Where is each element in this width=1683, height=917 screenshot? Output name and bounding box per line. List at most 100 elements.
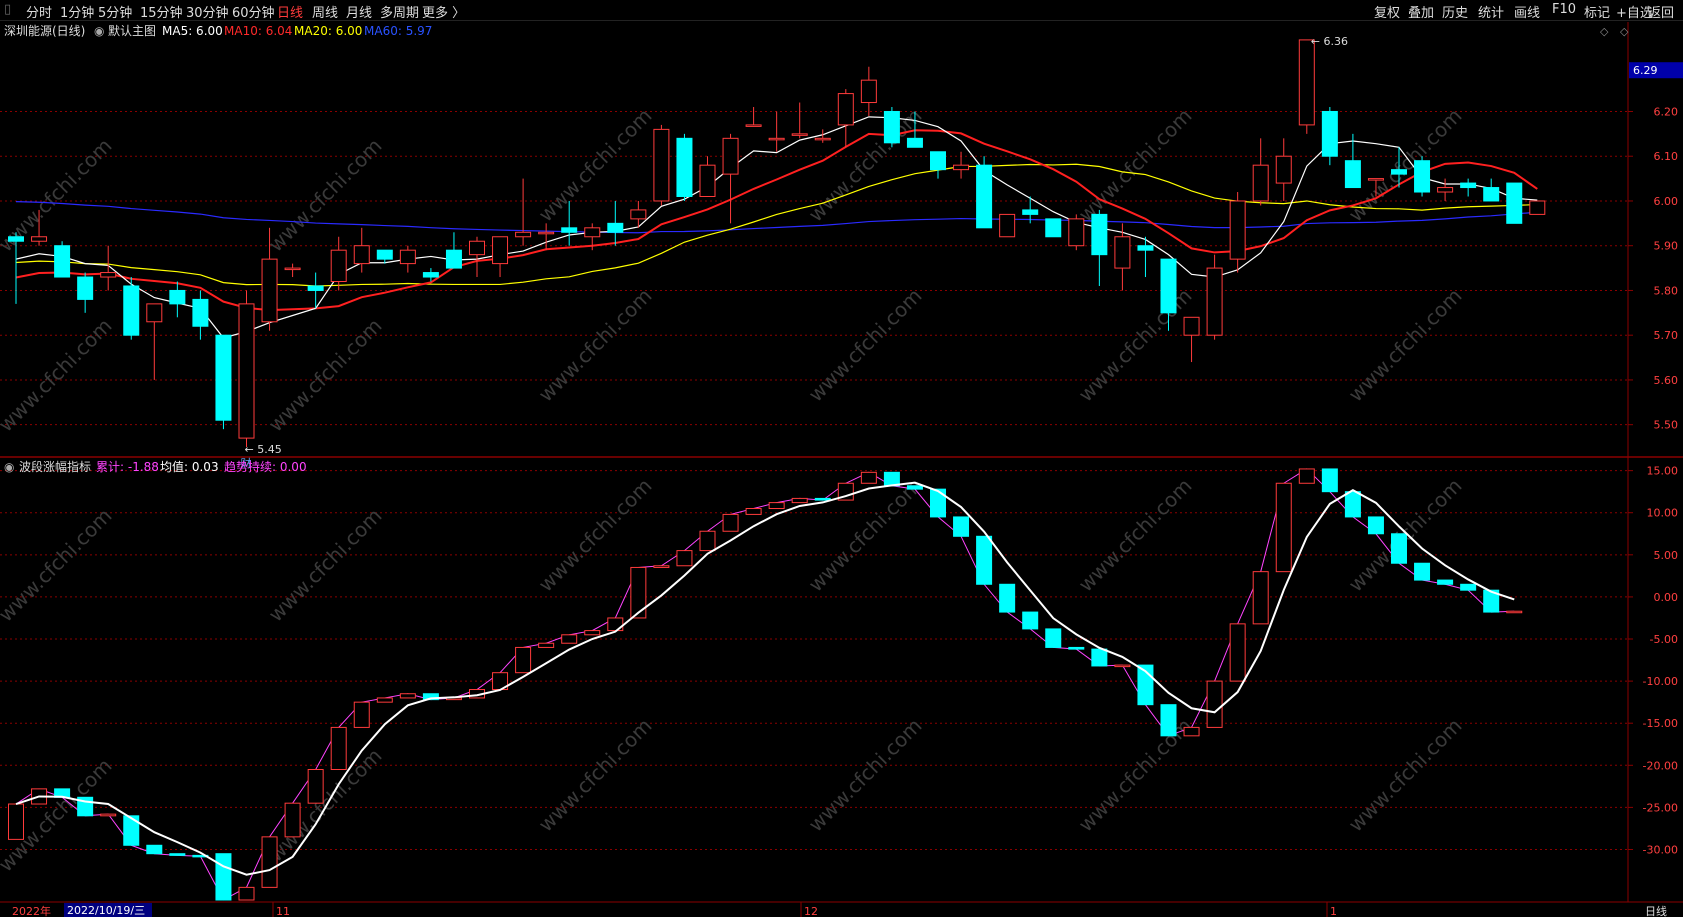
price-candle-down — [607, 222, 624, 233]
sub-layer — [8, 468, 1523, 901]
x-axis-label-1: 12 — [804, 905, 818, 917]
wave-candle-up — [515, 646, 532, 674]
price-candle-up — [284, 267, 301, 271]
wave-candle-down — [976, 535, 993, 585]
chart-template-name: 默认主图 — [108, 23, 156, 38]
watermark-text: www.cfchi.com — [534, 284, 657, 407]
main-tick-label: 5.60 — [1654, 374, 1679, 387]
price-candle-down — [930, 151, 946, 171]
wave-candle-down — [1022, 611, 1039, 630]
wave-candle-up — [261, 836, 278, 888]
sub-dot-icon: ◉ — [4, 460, 14, 474]
wave-candle-up — [1229, 623, 1246, 682]
wave-candle-down — [215, 853, 232, 901]
indicator-name: 波段涨幅指标 — [19, 459, 91, 474]
wave-candle-down — [1414, 562, 1431, 581]
price-candle-down — [169, 289, 186, 305]
price-candle-down — [8, 236, 24, 242]
price-candle-up — [1183, 316, 1200, 336]
wave-candle-up — [584, 630, 601, 636]
watermark-text: www.cfchi.com — [804, 284, 927, 407]
price-candle-down — [561, 227, 578, 233]
wave-candle-down — [1091, 648, 1108, 667]
wave-candle-up — [699, 530, 716, 552]
price-candle-down — [1414, 160, 1431, 193]
wave-candle-up — [307, 769, 324, 804]
high-annotation: ← 6.36 — [1311, 35, 1348, 48]
price-candle-up — [330, 249, 347, 283]
main-tick-label: 6.00 — [1654, 195, 1679, 208]
template-dot-icon: ◉ — [94, 24, 104, 38]
price-candle-up — [1206, 267, 1223, 336]
stock-title: 深圳能源(日线) — [4, 24, 85, 38]
price-candle-up — [1114, 236, 1131, 269]
watermark-text: www.cfchi.com — [804, 714, 927, 837]
price-candle-up — [146, 303, 163, 323]
wave-candle-up — [768, 502, 785, 510]
wave-candle-down — [1460, 583, 1477, 591]
price-candle-down — [1022, 209, 1039, 215]
price-candle-up — [745, 124, 762, 127]
wave-candle-down — [1045, 628, 1062, 648]
wave-candle-up — [1183, 726, 1200, 737]
wave-candle-up — [1275, 482, 1292, 573]
sub-tick-label: -5.00 — [1650, 633, 1678, 646]
price-candle-down — [906, 137, 923, 148]
ma-label-3: MA60: 5.97 — [364, 24, 432, 38]
price-candle-down — [77, 276, 94, 300]
price-candle-up — [1529, 200, 1546, 215]
wave-candle-up — [284, 802, 301, 838]
wave-candle-up — [538, 642, 555, 648]
wave-candle-up — [376, 697, 393, 703]
wave-candle-down — [1344, 491, 1361, 518]
watermark-text: www.cfchi.com — [1344, 284, 1467, 407]
price-candle-up — [791, 133, 808, 136]
price-candle-up — [469, 240, 485, 256]
wave-candle-up — [330, 726, 347, 771]
ma-label-1: MA10: 6.04 — [224, 24, 292, 38]
wave-candle-up — [860, 471, 877, 484]
ma10-line — [15, 129, 1538, 312]
wave-candle-up — [238, 886, 255, 901]
price-candle-up — [837, 93, 854, 126]
price-candle-down — [307, 285, 324, 291]
watermark-text: www.cfchi.com — [534, 714, 657, 837]
price-candle-up — [261, 258, 278, 323]
sub-tick-label: 5.00 — [1654, 549, 1679, 562]
wave-candle-up — [607, 617, 624, 632]
wave-candle-up — [399, 693, 416, 699]
watermark-text: www.cfchi.com — [1344, 714, 1467, 837]
wave-candle-up — [353, 701, 370, 728]
price-candle-down — [1137, 245, 1154, 251]
period-label: 日线 — [1645, 904, 1667, 917]
indicator-label-0: 累计: -1.88 — [96, 460, 159, 474]
wave-candle-down — [1160, 704, 1177, 737]
wave-candle-down — [1367, 516, 1384, 535]
x-axis-label-0: 11 — [276, 905, 290, 917]
price-candle-up — [653, 128, 670, 202]
price-candle-down — [1460, 182, 1477, 189]
price-candle-down — [422, 272, 439, 278]
price-candle-down — [676, 137, 693, 197]
price-candle-down — [192, 298, 209, 327]
chart-canvas: www.cfchi.com www.cfchi.com www.cfchi.com w… — [0, 22, 1683, 917]
indicator-label-2: 趋势持续: 0.00 — [224, 459, 307, 474]
watermark-text: www.cfchi.com — [264, 504, 387, 627]
price-candle-down — [54, 245, 71, 278]
watermark-text: www.cfchi.com — [0, 314, 117, 437]
price-candle-up — [814, 137, 831, 141]
indicator-label-1: 均值: 0.03 — [160, 459, 219, 474]
price-candle-up — [1229, 200, 1246, 260]
candle-layer — [8, 39, 1546, 448]
price-candle-up — [100, 272, 117, 278]
price-candle-up — [630, 209, 647, 220]
price-candle-up — [399, 249, 416, 265]
collapse-diamond-icon: ◇ — [1600, 25, 1609, 38]
wave-candle-down — [1321, 468, 1338, 493]
main-tick-label: 5.50 — [1654, 419, 1679, 432]
watermark-text: www.cfchi.com — [804, 474, 927, 597]
wave-candle-down — [1391, 533, 1407, 564]
price-candle-down — [1091, 213, 1108, 256]
sub-tick-label: -10.00 — [1643, 675, 1678, 688]
wave-candle-down — [953, 516, 970, 537]
